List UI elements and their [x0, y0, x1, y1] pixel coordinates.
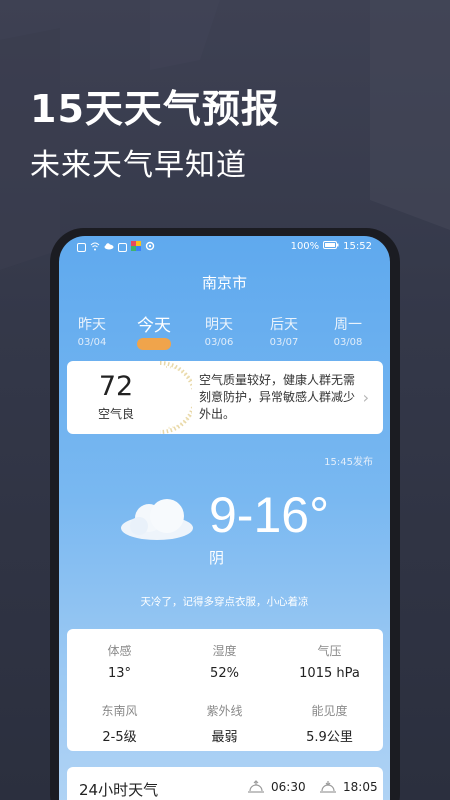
- sunset-info: 18:05: [319, 780, 378, 794]
- detail-label: 湿度: [212, 644, 237, 658]
- cloud-status-icon: [104, 242, 114, 253]
- detail-value: 13°: [107, 666, 132, 681]
- day-name: 后天: [270, 317, 298, 333]
- temperature-range: 9-16°: [209, 487, 330, 543]
- day-date: 03/04: [77, 337, 107, 348]
- hourly-weather-card[interactable]: 24小时天气 06:30 18:05: [67, 767, 383, 800]
- publish-time: 15:45发布: [324, 457, 373, 468]
- day-name: 昨天: [78, 317, 106, 333]
- tab-monday[interactable]: 周一 03/08: [318, 314, 378, 348]
- air-quality-card[interactable]: 72 空气良 空气质量较好，健康人群无需刻意防护，异常敏感人群减少外出。 ›: [67, 361, 383, 434]
- weather-details-card: 体感 13° 湿度 52% 气压 1015 hPa 东南风 2-5级 紫外线 最…: [67, 629, 383, 751]
- detail-value: 2-5级: [102, 730, 137, 745]
- detail-label: 东南风: [101, 704, 138, 718]
- detail-feels-like: 体感 13°: [67, 642, 172, 681]
- sunrise-icon: [248, 780, 264, 793]
- day-selector: 昨天 03/04 今天 03/05 明天 03/06 后天 03/07 周一 0…: [59, 314, 390, 354]
- detail-label: 气压: [317, 644, 342, 658]
- detail-pressure: 气压 1015 hPa: [277, 642, 382, 681]
- weather-screen: 100% 15:52 南京市 昨天 03/04 今天 03/05 明天 03/0…: [59, 236, 390, 800]
- sunset-icon: [320, 781, 336, 793]
- sim-icon: [77, 243, 86, 252]
- image-icon: [118, 243, 127, 252]
- settings-icon: [145, 241, 155, 254]
- detail-value: 1015 hPa: [299, 666, 360, 681]
- sunset-time: 18:05: [343, 780, 378, 794]
- detail-label: 紫外线: [206, 704, 243, 718]
- status-time: 15:52: [343, 241, 372, 252]
- day-date: 03/06: [204, 337, 234, 348]
- hourly-title: 24小时天气: [79, 781, 159, 799]
- detail-wind: 东南风 2-5级: [67, 702, 172, 745]
- tab-tomorrow[interactable]: 明天 03/06: [189, 314, 249, 348]
- detail-label: 体感: [107, 644, 132, 658]
- cloud-icon: [121, 499, 193, 540]
- weather-tip: 天冷了，记得多穿点衣服，小心着凉: [140, 596, 309, 608]
- status-bar: 100% 15:52: [59, 236, 390, 258]
- promo-title: 15天天气预报: [30, 87, 280, 131]
- detail-humidity: 湿度 52%: [172, 642, 277, 681]
- day-date: 03/07: [269, 337, 299, 348]
- aqi-label: 空气良: [97, 407, 134, 421]
- chevron-right-icon[interactable]: ›: [363, 388, 369, 407]
- day-name: 今天: [137, 316, 171, 336]
- promo-subtitle: 未来天气早知道: [30, 148, 247, 183]
- sunrise-time: 06:30: [271, 780, 306, 794]
- detail-visibility: 能见度 5.9公里: [277, 702, 382, 745]
- day-date: 03/08: [333, 337, 363, 348]
- aqi-gauge-icon: [159, 361, 192, 434]
- tab-day-after[interactable]: 后天 03/07: [254, 314, 314, 348]
- wifi-icon: [90, 242, 100, 254]
- battery-percent: 100%: [290, 241, 320, 252]
- city-name[interactable]: 南京市: [59, 272, 390, 293]
- detail-label: 能见度: [311, 704, 348, 718]
- day-name: 明天: [205, 317, 233, 333]
- app-icon: [131, 241, 141, 254]
- detail-value: 最弱: [211, 730, 238, 745]
- sunrise-info: 06:30: [247, 780, 306, 794]
- weather-condition: 阴: [209, 549, 225, 567]
- detail-value: 5.9公里: [306, 730, 353, 745]
- detail-value: 52%: [210, 666, 239, 681]
- day-name: 周一: [334, 317, 362, 333]
- battery-icon: [323, 241, 339, 252]
- aqi-value: 72: [98, 371, 134, 402]
- aqi-description: 空气质量较好，健康人群无需刻意防护，异常敏感人群减少外出。: [199, 373, 356, 421]
- tab-yesterday[interactable]: 昨天 03/04: [62, 314, 122, 348]
- selected-day-indicator: [137, 338, 171, 350]
- detail-uv: 紫外线 最弱: [172, 702, 277, 745]
